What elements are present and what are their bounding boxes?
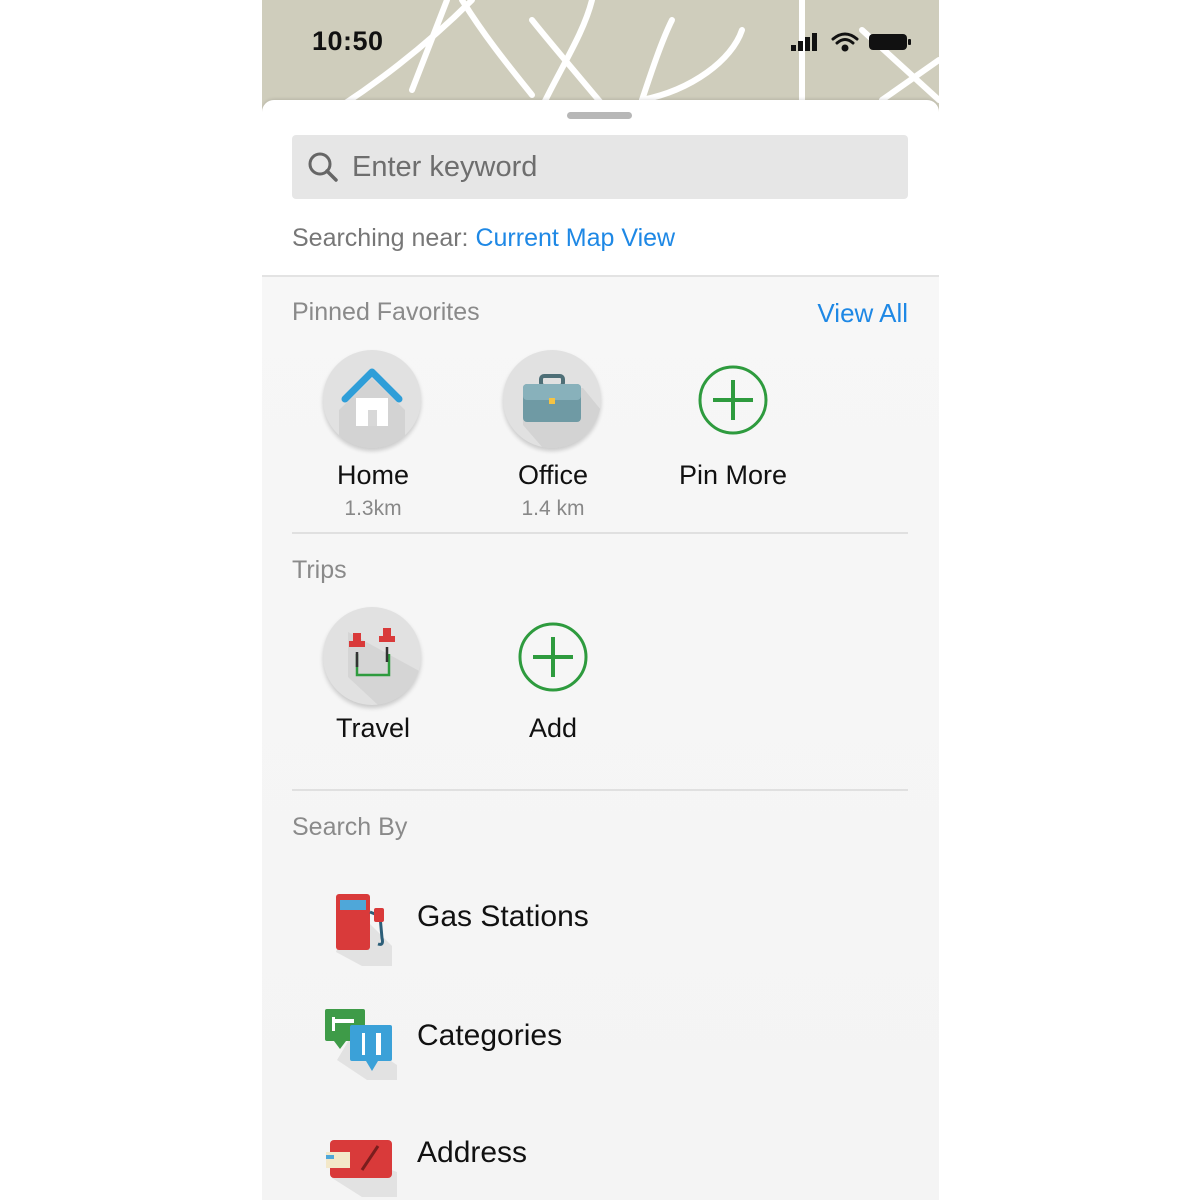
search-input[interactable] (352, 135, 892, 199)
favorite-office-label: Office (517, 460, 589, 490)
searching-near: Searching near: Current Map View (292, 224, 675, 253)
address-label: Address (417, 1136, 528, 1169)
battery-icon (869, 34, 911, 50)
gas-stations-label: Gas Stations (417, 900, 589, 933)
add-circle-icon (518, 622, 588, 692)
current-map-view-link[interactable]: Current Map View (475, 224, 675, 252)
add-circle-icon (698, 365, 768, 435)
home-icon (339, 368, 405, 448)
trip-add[interactable]: Add (463, 607, 643, 747)
trip-travel-label: Travel (335, 713, 410, 743)
search-box[interactable] (292, 135, 908, 199)
trip-add-label: Add (528, 713, 578, 743)
wifi-icon (831, 32, 859, 52)
categories-label: Categories (417, 1019, 563, 1052)
status-time: 10:50 (312, 26, 384, 56)
section-divider (292, 532, 908, 534)
favorite-home-distance: 1.3km (344, 497, 402, 520)
sheet-grabber[interactable] (567, 112, 632, 119)
home-icon-circle (323, 350, 421, 448)
address-icon (326, 1140, 397, 1197)
office-icon-circle (503, 350, 601, 448)
gas-pump-icon (336, 894, 392, 966)
search-by-categories[interactable]: Categories (322, 1005, 882, 1080)
header-divider (262, 275, 939, 277)
route-pins-icon (348, 628, 421, 705)
trip-travel[interactable]: Travel (283, 607, 463, 747)
favorite-pin-more-label: Pin More (678, 460, 788, 490)
briefcase-icon (523, 374, 601, 448)
search-by-address[interactable]: Address (322, 1122, 882, 1197)
travel-icon-circle (323, 607, 421, 705)
favorite-pin-more[interactable]: Pin More (643, 350, 823, 500)
favorite-home-label: Home (336, 460, 410, 490)
phone-screen: 10:50 Enter keyword Searching near: Curr… (262, 0, 939, 1200)
trips-title: Trips (292, 556, 347, 584)
search-by-title: Search By (292, 813, 408, 841)
favorite-office[interactable]: Office 1.4 km (463, 350, 643, 525)
view-all-link[interactable]: View All (817, 298, 908, 329)
search-icon (308, 152, 338, 182)
categories-icon (325, 1009, 397, 1080)
searching-near-label: Searching near: (292, 224, 469, 252)
search-sheet: Searching near: Current Map View Pinned … (262, 100, 939, 1200)
search-by-gas-stations[interactable]: Gas Stations (322, 886, 882, 966)
signal-icon (791, 33, 817, 51)
section-divider (292, 789, 908, 791)
pinned-favorites-title: Pinned Favorites (292, 298, 480, 326)
favorite-office-distance: 1.4 km (521, 497, 585, 520)
favorite-home[interactable]: Home 1.3km (283, 350, 463, 525)
